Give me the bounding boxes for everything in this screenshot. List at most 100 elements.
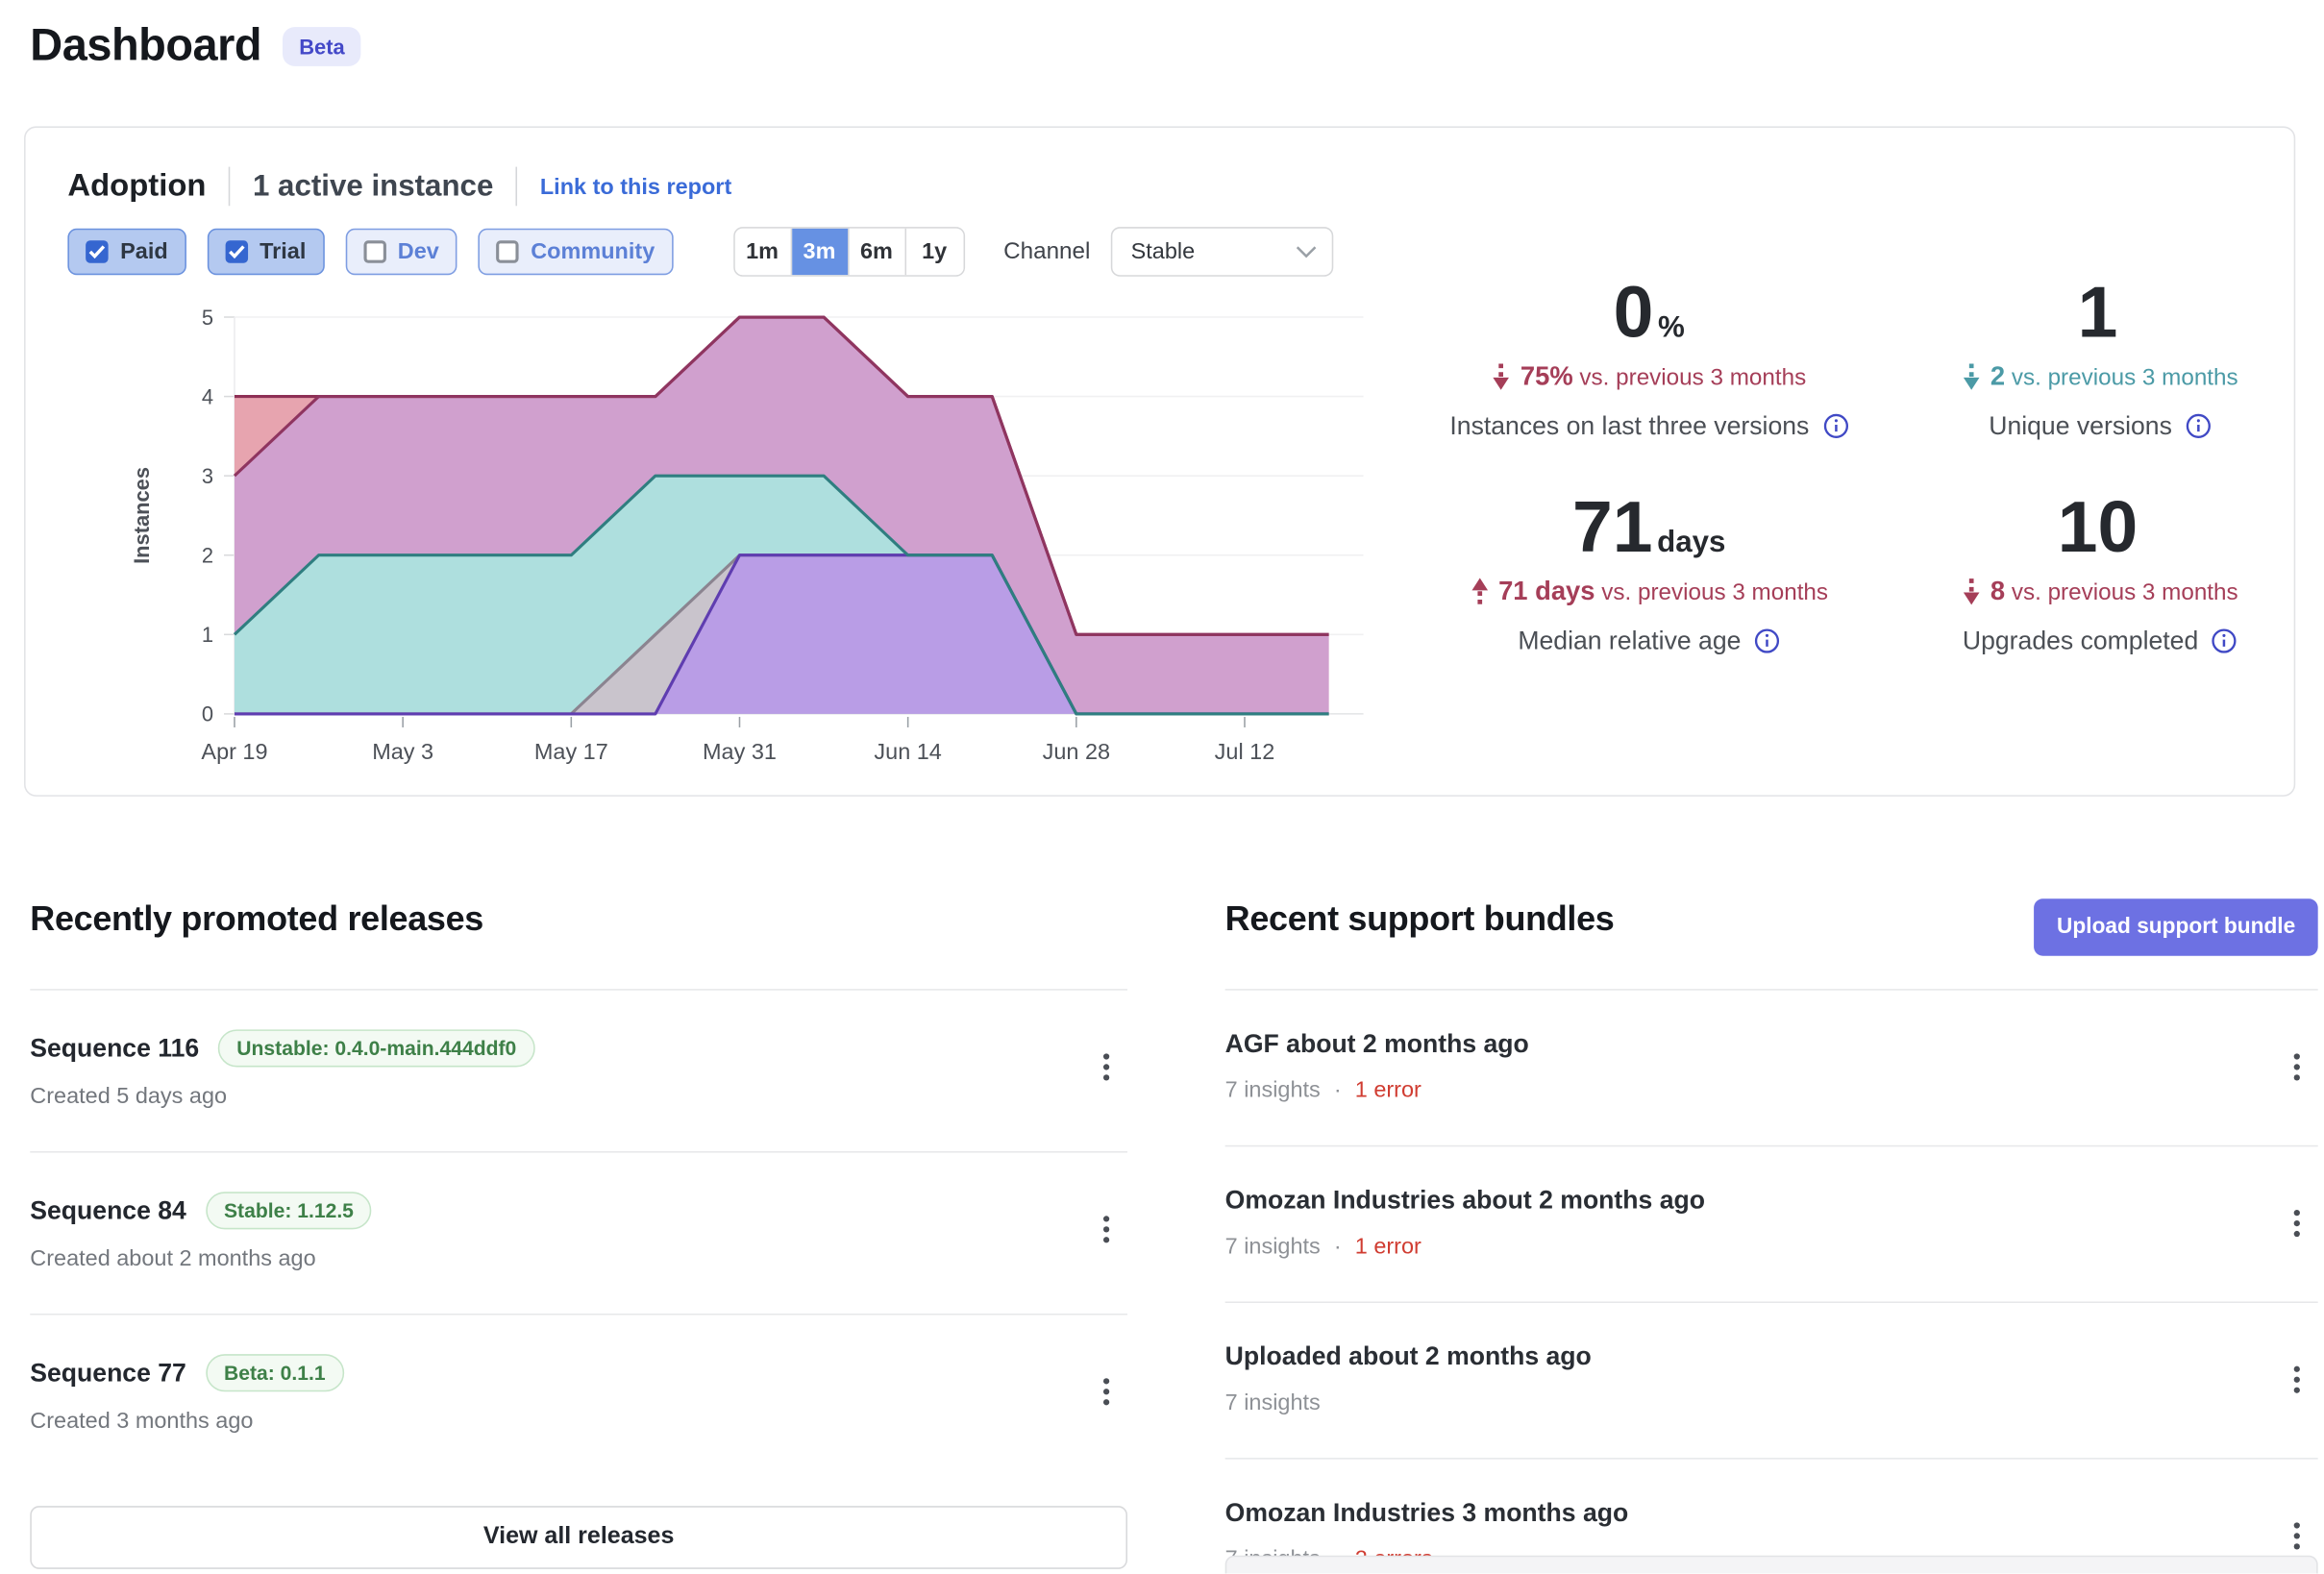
release-row[interactable]: Sequence 77 Beta: 0.1.1 Created 3 months… — [30, 1314, 1127, 1476]
info-icon[interactable] — [1754, 628, 1780, 654]
trend-arrow-icon — [1962, 362, 1981, 391]
stat-value: 71days — [1423, 493, 1874, 565]
dashboard-page: Dashboard Beta Adoption 1 active instanc… — [0, 0, 2324, 1574]
y-axis-title: Instances — [130, 467, 154, 564]
info-icon[interactable] — [1822, 413, 1848, 439]
x-tick-label: Jun 14 — [874, 739, 941, 764]
support-bundle-row[interactable]: Omozan Industries about 2 months ago 7 i… — [1225, 1145, 2318, 1302]
channel-selected-value: Stable — [1131, 239, 1196, 265]
stat-label: Instances on last three versions — [1423, 412, 1874, 442]
checkbox-icon — [225, 240, 247, 262]
stat-delta: 2 vs. previous 3 months — [1874, 360, 2324, 392]
stat-value: 10 — [1874, 493, 2324, 565]
stat-value: 0% — [1423, 278, 1874, 350]
x-tick-label: Apr 19 — [201, 739, 267, 764]
release-channel-badge: Stable: 1.12.5 — [206, 1192, 372, 1229]
divider — [229, 167, 231, 207]
range-button-6m[interactable]: 6m — [849, 229, 905, 275]
filter-chip-paid[interactable]: Paid — [67, 229, 185, 275]
trend-arrow-icon — [1492, 362, 1511, 391]
recent-support-bundles-section: Recent support bundles Upload support bu… — [1225, 898, 2318, 1573]
x-tick-label: May 3 — [372, 739, 433, 764]
support-bundle-row[interactable]: Uploaded about 2 months ago 7 insights — [1225, 1301, 2318, 1458]
beta-badge: Beta — [283, 27, 361, 66]
meta-separator: · — [1334, 1234, 1342, 1260]
release-created: Created about 2 months ago — [30, 1246, 1127, 1272]
checkbox-icon — [86, 240, 108, 262]
y-tick-label: 2 — [202, 544, 213, 568]
filter-chip-label: Community — [531, 239, 655, 265]
x-tick-label: Jun 28 — [1043, 739, 1110, 764]
stat-label: Upgrades completed — [1874, 627, 2324, 656]
stat-delta: 75% vs. previous 3 months — [1423, 360, 1874, 392]
y-tick-label: 4 — [202, 384, 213, 408]
adoption-stats: 0% 75% vs. previous 3 months Instances o… — [1423, 278, 2324, 656]
active-instance-count: 1 active instance — [253, 169, 493, 204]
kebab-menu-icon[interactable] — [2287, 1204, 2306, 1243]
x-tick-label: May 17 — [534, 739, 608, 764]
checkbox-icon — [363, 240, 385, 262]
support-bundles-header: Recent support bundles Upload support bu… — [1225, 898, 2318, 989]
kebab-menu-icon[interactable] — [1098, 1372, 1116, 1412]
filter-chip-label: Paid — [120, 239, 168, 265]
insights-count: 7 insights — [1225, 1390, 1321, 1416]
filter-chip-trial[interactable]: Trial — [207, 229, 324, 275]
release-channel-badge: Unstable: 0.4.0-main.444ddf0 — [219, 1029, 535, 1067]
y-tick-label: 0 — [202, 702, 213, 726]
release-created: Created 5 days ago — [30, 1084, 1127, 1110]
view-all-support-bundles-button[interactable] — [1225, 1556, 2318, 1574]
bundle-meta: 7 insights · 1 error — [1225, 1077, 2318, 1103]
link-to-report[interactable]: Link to this report — [540, 174, 731, 200]
stat-label: Unique versions — [1874, 412, 2324, 442]
kebab-menu-icon[interactable] — [1098, 1210, 1116, 1249]
filter-chip-label: Dev — [398, 239, 439, 265]
info-icon[interactable] — [2212, 628, 2237, 654]
info-icon[interactable] — [2186, 413, 2212, 439]
upload-support-bundle-button[interactable]: Upload support bundle — [2035, 898, 2318, 955]
filter-chip-label: Trial — [260, 239, 306, 265]
filter-chip-dev[interactable]: Dev — [345, 229, 457, 275]
range-button-3m[interactable]: 3m — [792, 229, 849, 275]
stat-unique-versions: 1 2 vs. previous 3 months Unique version… — [1874, 278, 2324, 441]
releases-header: Recently promoted releases — [30, 898, 1127, 989]
chevron-down-icon — [1297, 245, 1318, 258]
channel-label: Channel — [1003, 238, 1090, 265]
stat-delta: 8 vs. previous 3 months — [1874, 576, 2324, 607]
stat-delta: 71 days vs. previous 3 months — [1423, 576, 1874, 607]
stat-instances-last-three-versions: 0% 75% vs. previous 3 months Instances o… — [1423, 278, 1874, 441]
meta-separator: · — [1334, 1077, 1342, 1103]
checkbox-icon — [496, 240, 518, 262]
bundle-title: Omozan Industries 3 months ago — [1225, 1498, 2318, 1528]
x-tick-label: Jul 12 — [1215, 739, 1275, 764]
releases-heading: Recently promoted releases — [30, 898, 483, 939]
page-header: Dashboard Beta — [30, 21, 361, 72]
kebab-menu-icon[interactable] — [2287, 1516, 2306, 1556]
trend-arrow-icon — [1470, 578, 1489, 606]
adoption-card-header: Adoption 1 active instance Link to this … — [67, 167, 731, 207]
y-tick-label: 5 — [202, 306, 213, 330]
stat-median-relative-age: 71days 71 days vs. previous 3 months Med… — [1423, 493, 1874, 656]
support-bundle-row[interactable]: AGF about 2 months ago 7 insights · 1 er… — [1225, 989, 2318, 1145]
y-tick-label: 3 — [202, 464, 213, 488]
view-all-releases-button[interactable]: View all releases — [30, 1506, 1127, 1569]
insights-count: 7 insights — [1225, 1234, 1321, 1260]
kebab-menu-icon[interactable] — [2287, 1360, 2306, 1399]
error-count: 1 error — [1355, 1077, 1422, 1103]
range-button-1y[interactable]: 1y — [905, 229, 962, 275]
release-row[interactable]: Sequence 84 Stable: 1.12.5 Created about… — [30, 1151, 1127, 1314]
stat-label: Median relative age — [1423, 627, 1874, 656]
range-button-1m[interactable]: 1m — [734, 229, 791, 275]
release-channel-badge: Beta: 0.1.1 — [206, 1354, 343, 1391]
stat-value: 1 — [1874, 278, 2324, 350]
channel-select[interactable]: Stable — [1111, 227, 1333, 277]
bundle-meta: 7 insights · 1 error — [1225, 1234, 2318, 1260]
divider — [516, 167, 518, 207]
release-row[interactable]: Sequence 116 Unstable: 0.4.0-main.444ddf… — [30, 989, 1127, 1151]
bundle-meta: 7 insights — [1225, 1390, 2318, 1416]
release-created: Created 3 months ago — [30, 1408, 1127, 1434]
kebab-menu-icon[interactable] — [2287, 1047, 2306, 1087]
kebab-menu-icon[interactable] — [1098, 1047, 1116, 1087]
adoption-filter-row: Paid Trial Dev Community 1m 3m 6m 1y Cha… — [67, 227, 1333, 277]
recently-promoted-releases-section: Recently promoted releases Sequence 116 … — [30, 898, 1127, 1569]
filter-chip-community[interactable]: Community — [478, 229, 673, 275]
